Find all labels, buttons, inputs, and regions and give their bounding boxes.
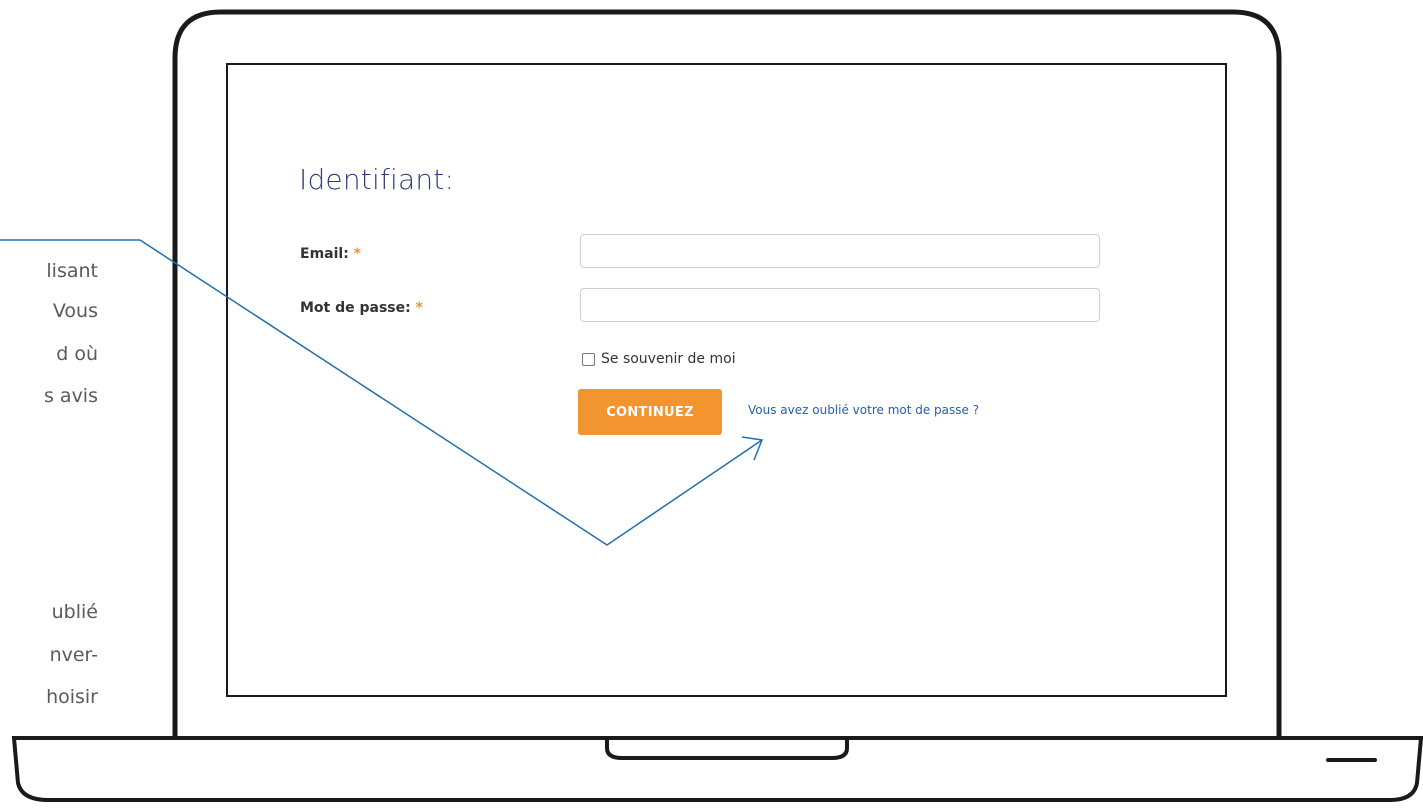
page-title: Identifiant: (299, 163, 455, 196)
side-text-line: nver- (49, 644, 98, 666)
side-text-line: s avis (43, 385, 98, 407)
side-text-line: ublié (51, 601, 98, 623)
email-label: Email: * (300, 246, 361, 262)
password-label: Mot de passe: * (300, 300, 423, 316)
remember-me-option[interactable]: Se souvenir de moi (582, 351, 736, 367)
remember-me-label: Se souvenir de moi (601, 351, 736, 367)
required-marker: * (415, 300, 423, 316)
login-screen: Identifiant: Email: * Mot de passe: * Se… (228, 65, 1225, 695)
continue-button[interactable]: CONTINUEZ (578, 389, 722, 435)
side-text-line: hoisir (46, 686, 98, 708)
remember-me-checkbox[interactable] (582, 352, 595, 366)
required-marker: * (353, 246, 361, 262)
side-text-line: Vous (52, 300, 98, 322)
email-input[interactable] (580, 234, 1100, 268)
forgot-password-link[interactable]: Vous avez oublié votre mot de passe ? (748, 403, 979, 417)
email-label-text: Email: (300, 246, 349, 262)
side-text-line: lisant (46, 260, 98, 282)
password-label-text: Mot de passe: (300, 300, 411, 316)
password-input[interactable] (580, 288, 1100, 322)
side-text-line: d où (56, 343, 98, 365)
laptop-base-outline (11, 736, 1423, 802)
laptop-notch (605, 738, 849, 760)
